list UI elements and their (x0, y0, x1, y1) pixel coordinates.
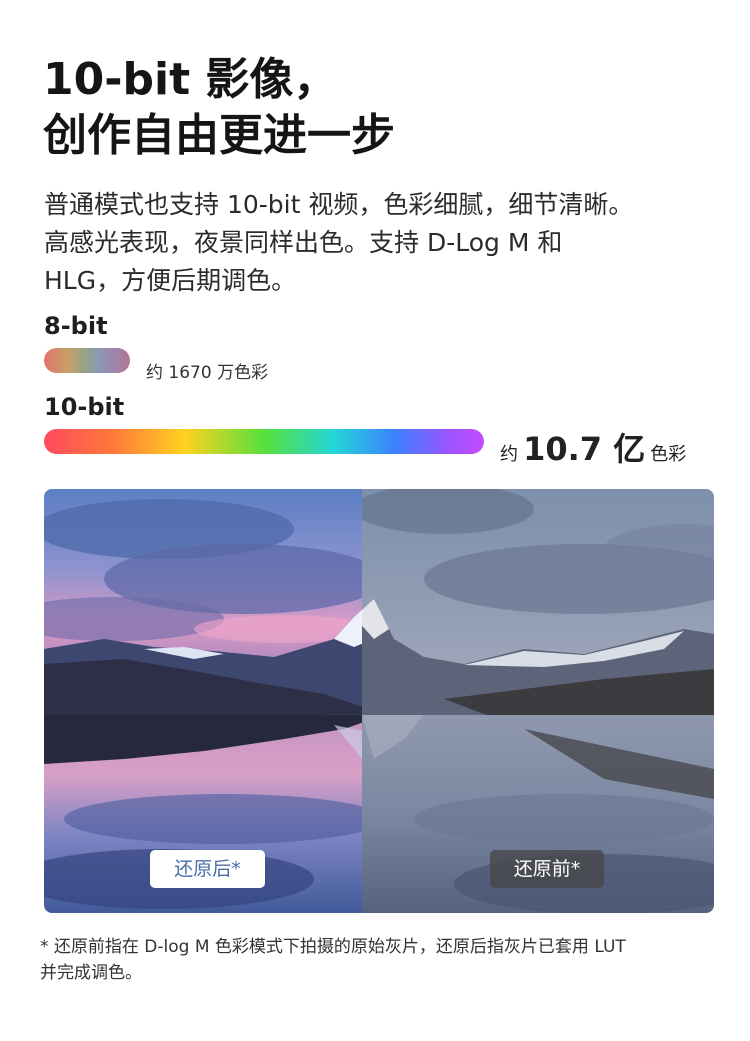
footnote: * 还原前指在 D-log M 色彩模式下拍摄的原始灰片，还原后指灰片已套用 L… (40, 934, 715, 986)
eight-bit-label: 8-bit (44, 312, 108, 340)
before-label: 还原前* (490, 850, 604, 888)
ten-bit-label: 10-bit (44, 393, 125, 421)
landscape-image (44, 489, 714, 913)
page-title: 10-bit 影像， 创作自由更进一步 (43, 52, 395, 164)
description-line-2: 高感光表现，夜景同样出色。支持 D-Log M 和 (44, 228, 563, 257)
ten-bit-caption-suffix: 色彩 (650, 444, 687, 465)
footnote-line-2: 并完成调色。 (40, 963, 142, 983)
ten-bit-caption: 约 10.7 亿 色彩 (500, 424, 686, 470)
ten-bit-caption-value: 10.7 亿 (523, 430, 646, 468)
footnote-line-1: * 还原前指在 D-log M 色彩模式下拍摄的原始灰片，还原后指灰片已套用 L… (40, 937, 626, 957)
description: 普通模式也支持 10-bit 视频，色彩细腻，细节清晰。 高感光表现，夜景同样出… (44, 186, 714, 300)
description-line-1: 普通模式也支持 10-bit 视频，色彩细腻，细节清晰。 (44, 190, 634, 219)
ten-bit-caption-prefix: 约 (500, 444, 518, 465)
ten-bit-color-bar (44, 429, 484, 454)
after-label: 还原后* (150, 850, 265, 888)
before-after-photo (44, 489, 714, 913)
title-line-2: 创作自由更进一步 (43, 110, 395, 161)
title-line-1: 10-bit 影像， (43, 54, 338, 105)
eight-bit-color-bar (44, 348, 130, 373)
eight-bit-caption: 约 1670 万色彩 (146, 363, 269, 383)
description-line-3: HLG，方便后期调色。 (44, 266, 297, 295)
